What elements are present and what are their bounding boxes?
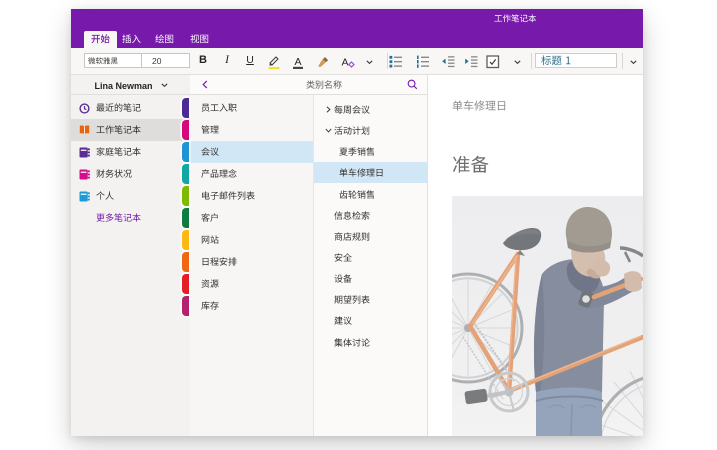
svg-text:A: A xyxy=(341,56,348,68)
svg-text:A: A xyxy=(294,56,301,68)
